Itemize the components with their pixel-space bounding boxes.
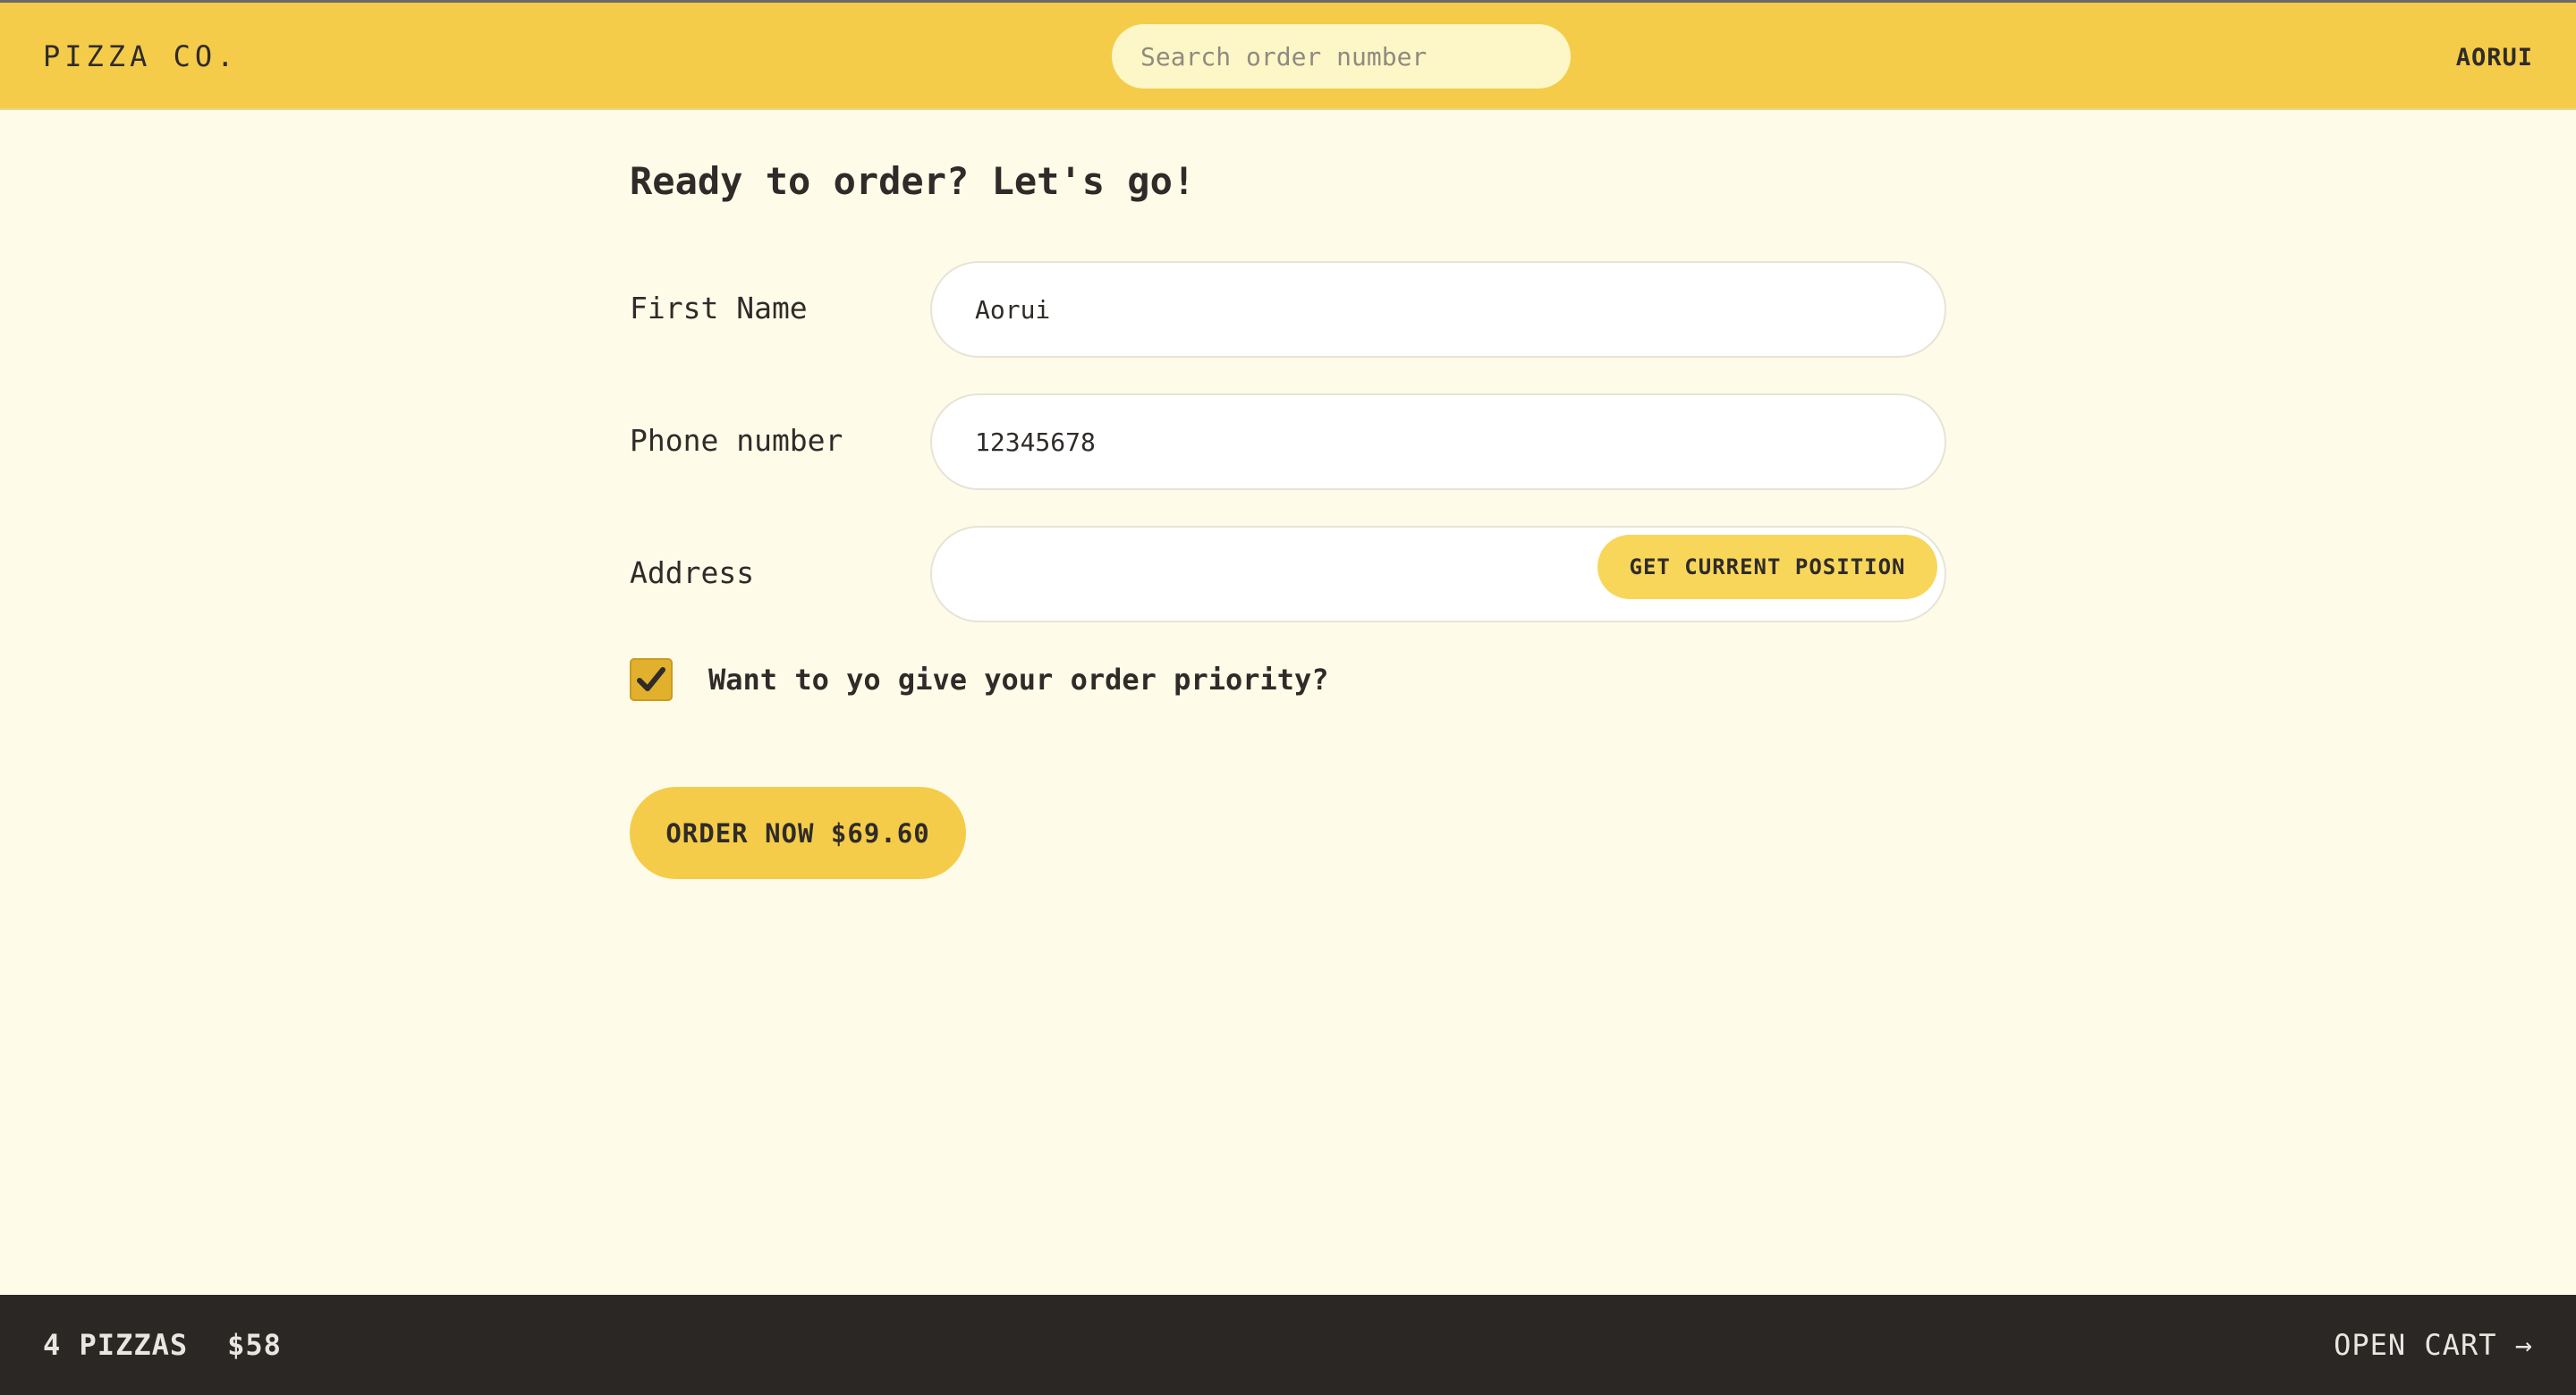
cart-overview: 4 PIZZAS $58 OPEN CART → [0, 1295, 2576, 1395]
phone-label: Phone number [630, 423, 843, 458]
pizza-count: 4 PIZZAS [43, 1328, 189, 1362]
address-label: Address [630, 555, 755, 590]
first-name-input[interactable] [930, 261, 1946, 358]
header-bar: PIZZA CO. AORUI [0, 0, 2576, 110]
priority-checkbox[interactable] [630, 658, 673, 701]
order-now-button[interactable]: ORDER NOW $69.60 [630, 787, 966, 879]
priority-label: Want to yo give your order priority? [708, 663, 1329, 697]
logo[interactable]: PIZZA CO. [43, 38, 238, 74]
search-input[interactable] [1112, 24, 1571, 89]
first-name-label: First Name [630, 291, 808, 326]
app-root: PIZZA CO. AORUI Ready to order? Let's go… [0, 0, 2576, 1395]
username: AORUI [2455, 44, 2533, 72]
open-cart-link[interactable]: OPEN CART → [2334, 1327, 2533, 1363]
phone-input[interactable] [930, 393, 1946, 490]
cart-summary: 4 PIZZAS $58 [43, 1327, 282, 1363]
page-title: Ready to order? Let's go! [630, 159, 1196, 203]
checkmark-icon [637, 667, 665, 691]
cart-total: $58 [227, 1328, 282, 1362]
get-current-position-button[interactable]: GET CURRENT POSITION [1597, 535, 1937, 599]
